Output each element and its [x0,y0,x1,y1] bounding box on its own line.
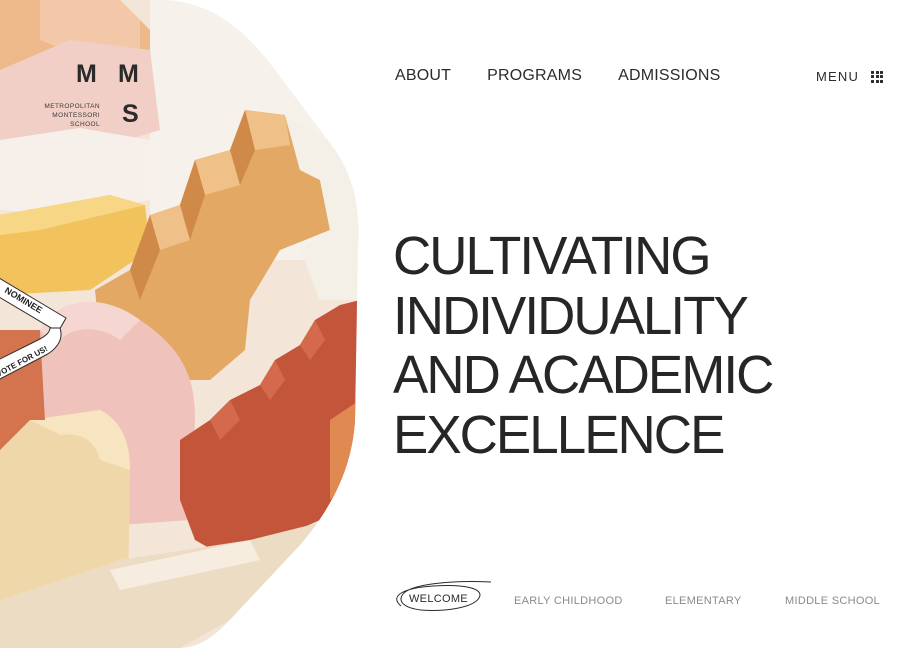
logo-letter-m: M [76,60,97,88]
tab-middle-school[interactable]: MIDDLE SCHOOL [785,595,880,607]
menu-button[interactable]: MENU [816,69,884,84]
page: M M S METROPOLITAN MONTESSORI SCHOOL NOM… [0,0,924,648]
nav-link-admissions[interactable]: ADMISSIONS [618,67,720,85]
logo-line: METROPOLITAN [44,103,100,110]
logo-wordmark: METROPOLITAN MONTESSORI SCHOOL [40,102,100,129]
headline-line: CULTIVATING [393,226,712,286]
logo-line: SCHOOL [70,121,100,128]
tab-early-childhood[interactable]: EARLY CHILDHOOD [514,595,623,607]
headline-line: AND ACADEMIC [393,345,774,405]
top-nav: ABOUT PROGRAMS ADMISSIONS [395,67,721,85]
section-tabs: WELCOME EARLY CHILDHOOD ELEMENTARY MIDDL… [393,580,893,620]
logo-letter-s: S [122,100,139,128]
hero-headline: CULTIVATING INDIVIDUALITY AND ACADEMIC E… [393,226,903,465]
logo-line: MONTESSORI [52,112,100,119]
nominee-ribbon[interactable]: NOMINEE VOTE FOR US! [0,270,84,390]
nav-link-about[interactable]: ABOUT [395,67,451,85]
tab-welcome[interactable]: WELCOME [409,593,468,605]
tab-elementary[interactable]: ELEMENTARY [665,595,742,607]
nav-link-programs[interactable]: PROGRAMS [487,67,582,85]
ribbon-shape: NOMINEE VOTE FOR US! [0,278,67,380]
headline-line: EXCELLENCE [393,404,725,465]
grid-dots-icon [871,70,884,83]
menu-label: MENU [816,69,860,84]
headline-line: INDIVIDUALITY [393,285,749,346]
school-logo[interactable]: M M S METROPOLITAN MONTESSORI SCHOOL [40,58,150,138]
logo-letter-m: M [118,60,139,88]
